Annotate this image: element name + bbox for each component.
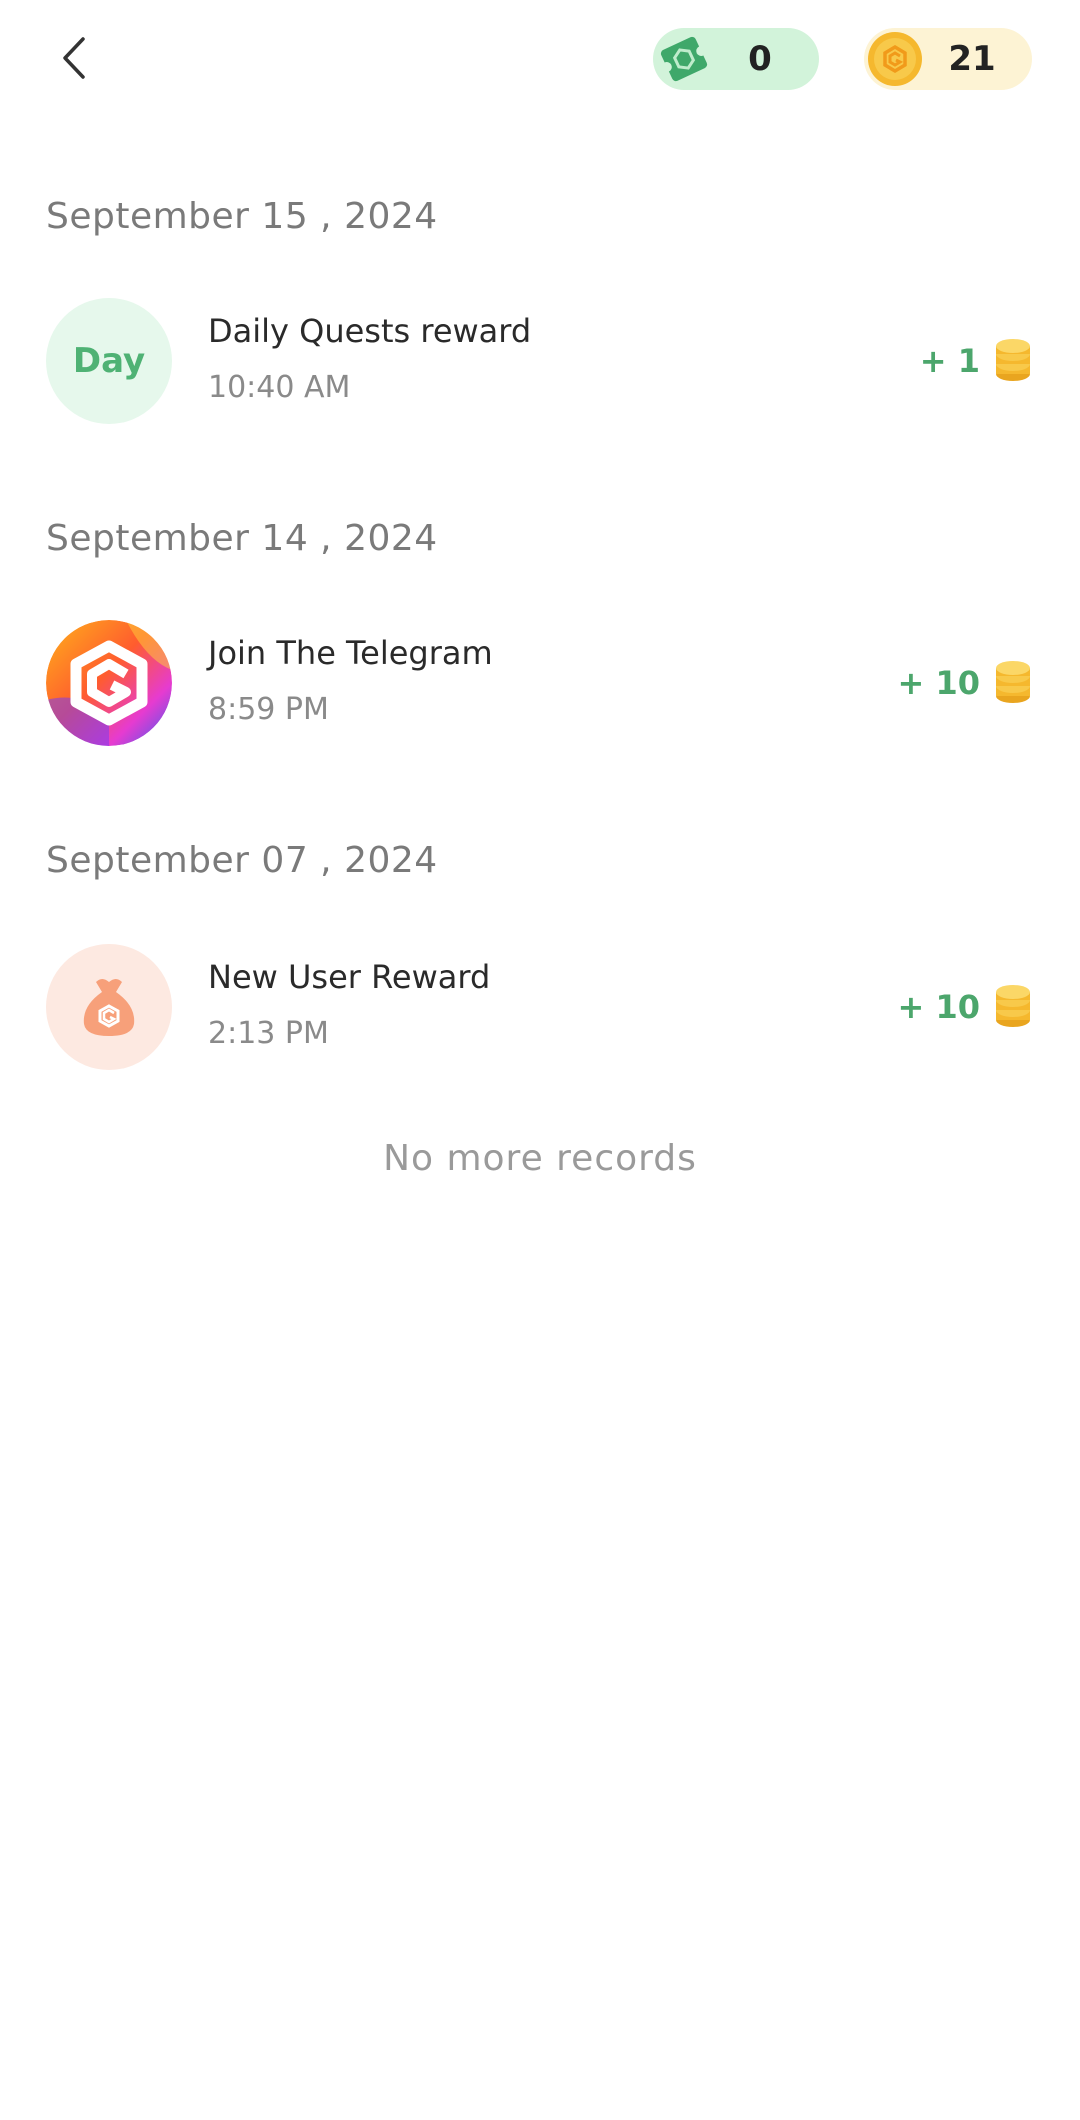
record-time: 8:59 PM [208,692,329,727]
record-title: Daily Quests reward [208,312,532,350]
brand-logo-icon [46,620,172,746]
day-avatar: Day [46,298,172,424]
record-time: 2:13 PM [208,1016,329,1051]
list-item[interactable]: Join The Telegram 8:59 PM + 10 [0,620,1080,750]
group-date: September 07 , 2024 [46,840,438,881]
record-time: 10:40 AM [208,370,351,405]
coin-stack-icon [996,339,1030,381]
coin-balance-pill[interactable]: 21 [864,28,1032,90]
record-amount: + 1 [920,338,1032,384]
chevron-left-icon [63,37,85,79]
money-bag-avatar [46,944,172,1070]
coin-icon [868,32,922,86]
record-title: New User Reward [208,958,491,996]
ticket-icon [660,36,708,82]
telegram-avatar [46,620,172,746]
day-avatar-text: Day [72,341,146,381]
record-amount: + 10 [898,984,1032,1030]
coin-stack-icon [996,661,1030,703]
list-item[interactable]: New User Reward 2:13 PM + 10 [0,944,1080,1074]
no-more-records-text: No more records [383,1138,697,1179]
ticket-balance-pill[interactable]: 0 [653,28,819,90]
record-amount: + 10 [898,660,1032,706]
record-title: Join The Telegram [208,634,493,672]
group-date: September 14 , 2024 [46,518,438,559]
back-button[interactable] [44,28,104,88]
coin-balance-value: 21 [948,39,996,79]
ticket-balance-value: 0 [748,39,772,79]
record-amount-value: + 10 [897,664,980,702]
money-bag-icon [83,979,135,1036]
coin-stack-icon [996,985,1030,1027]
list-item[interactable]: Day Daily Quests reward 10:40 AM + 1 [0,298,1080,428]
record-amount-value: + 10 [897,988,980,1026]
header: 0 21 [0,0,1080,120]
record-amount-value: + 1 [919,342,980,380]
group-date: September 15 , 2024 [46,196,438,237]
